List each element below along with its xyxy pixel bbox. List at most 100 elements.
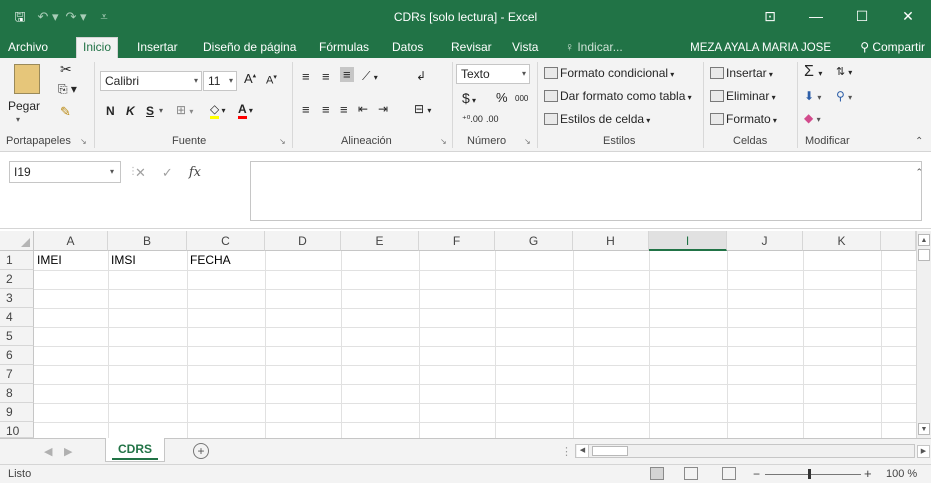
horizontal-scroll-thumb[interactable] xyxy=(592,446,628,456)
fill-color-button[interactable]: ◇ ▾ xyxy=(210,102,225,119)
collapse-ribbon-icon[interactable]: ⌃ xyxy=(915,136,923,147)
page-break-view-icon[interactable] xyxy=(722,467,736,480)
row-header-4[interactable]: 4 xyxy=(0,308,34,327)
wrap-text-icon[interactable]: ↲ xyxy=(416,69,426,83)
row-header-5[interactable]: 5 xyxy=(0,327,34,346)
align-right-icon[interactable]: ≡ xyxy=(340,102,348,117)
cell-b1[interactable]: IMSI xyxy=(108,251,187,270)
vertical-scrollbar[interactable]: ▲ ▼ xyxy=(916,231,931,438)
horizontal-scrollbar[interactable]: ◀ ▶ xyxy=(575,444,930,458)
user-name[interactable]: MEZA AYALA MARIA JOSE xyxy=(690,42,831,54)
paste-button[interactable]: Pegar xyxy=(8,99,40,113)
italic-button[interactable]: K xyxy=(126,104,135,118)
cancel-entry-icon[interactable]: ✕ xyxy=(135,165,146,181)
zoom-slider-thumb[interactable] xyxy=(808,469,811,479)
autosum-icon[interactable]: Σ ▾ xyxy=(804,63,822,81)
insert-cells-button[interactable]: Insertar ▾ xyxy=(710,66,773,80)
maximize-button[interactable]: ☐ xyxy=(839,0,885,34)
scroll-up-icon[interactable]: ▲ xyxy=(918,234,930,246)
row-header-2[interactable]: 2 xyxy=(0,270,34,289)
zoom-slider[interactable] xyxy=(765,474,861,475)
scroll-right-icon[interactable]: ▶ xyxy=(917,445,930,458)
font-size-select[interactable]: 11 ▾ xyxy=(203,71,237,91)
increase-decimal-button[interactable]: ⁺⁰.00 xyxy=(462,114,483,125)
merge-center-icon[interactable]: ⊟ ▾ xyxy=(414,102,431,116)
row-header-1[interactable]: 1 xyxy=(0,251,34,270)
row-header-9[interactable]: 9 xyxy=(0,403,34,422)
cell-styles-button[interactable]: Estilos de celda ▾ xyxy=(544,112,650,126)
numero-launcher-icon[interactable]: ↘ xyxy=(524,137,531,146)
column-header-a[interactable]: A xyxy=(34,231,108,251)
add-sheet-icon[interactable]: + xyxy=(193,443,209,459)
scroll-down-icon[interactable]: ▼ xyxy=(918,423,930,435)
grow-font-button[interactable]: A▴ xyxy=(244,71,256,86)
fuente-launcher-icon[interactable]: ↘ xyxy=(279,137,286,146)
decrease-decimal-button[interactable]: .00 xyxy=(486,114,499,124)
tab-diseno-de-pagina[interactable]: Diseño de página xyxy=(197,38,302,58)
shrink-font-button[interactable]: A▾ xyxy=(266,73,277,87)
column-header-d[interactable]: D xyxy=(265,231,341,251)
font-color-button[interactable]: A ▾ xyxy=(238,102,253,119)
insert-function-icon[interactable]: fx xyxy=(189,165,201,181)
row-header-6[interactable]: 6 xyxy=(0,346,34,365)
paste-dropdown-icon[interactable]: ▾ xyxy=(16,115,20,124)
percent-button[interactable]: % xyxy=(496,90,508,105)
column-header-h[interactable]: H xyxy=(573,231,649,251)
align-left-icon[interactable]: ≡ xyxy=(302,102,310,117)
row-header-7[interactable]: 7 xyxy=(0,365,34,384)
cell-a1[interactable]: IMEI xyxy=(34,251,108,270)
align-center-icon[interactable]: ≡ xyxy=(322,102,330,117)
cut-icon[interactable]: ✂ xyxy=(60,61,72,78)
tab-insertar[interactable]: Insertar xyxy=(131,38,184,58)
sheet-prev-icon[interactable]: ◀ xyxy=(44,445,52,458)
underline-dropdown-icon[interactable]: ▾ xyxy=(159,106,163,115)
column-header-f[interactable]: F xyxy=(419,231,495,251)
name-box-dropdown-icon[interactable]: ▾ xyxy=(110,162,114,182)
name-box[interactable]: I19 ▾ xyxy=(9,161,121,183)
row-header-3[interactable]: 3 xyxy=(0,289,34,308)
underline-button[interactable]: S xyxy=(146,104,154,118)
copy-icon[interactable]: ⎘ ▾ xyxy=(58,82,77,97)
borders-icon[interactable]: ⊞ ▾ xyxy=(176,103,193,117)
bold-button[interactable]: N xyxy=(106,104,115,118)
sort-filter-icon[interactable]: ⇅ ▾ xyxy=(836,65,852,78)
select-all-button[interactable] xyxy=(0,231,34,251)
tell-me-search[interactable]: ♀ Indicar... xyxy=(559,38,629,58)
portapapeles-launcher-icon[interactable]: ↘ xyxy=(80,137,87,146)
worksheet-grid[interactable]: A B C D E F G H I J K 1 2 3 4 5 6 7 8 9 … xyxy=(0,231,916,438)
number-format-select[interactable]: Texto ▾ xyxy=(456,64,530,84)
column-header-c[interactable]: C xyxy=(187,231,265,251)
tab-inicio[interactable]: Inicio xyxy=(76,37,119,58)
formula-input[interactable] xyxy=(250,161,922,221)
sheet-next-icon[interactable]: ▶ xyxy=(64,445,72,458)
expand-formula-bar-icon[interactable]: ⌃ xyxy=(915,167,923,178)
zoom-in-icon[interactable]: + xyxy=(864,466,872,481)
format-painter-icon[interactable]: ✎ xyxy=(60,104,71,120)
find-select-icon[interactable]: ⚲ ▾ xyxy=(836,89,852,103)
row-header-10[interactable]: 10 xyxy=(0,422,34,438)
column-header-k[interactable]: K xyxy=(803,231,881,251)
close-button[interactable]: ✕ xyxy=(885,0,931,34)
alineacion-launcher-icon[interactable]: ↘ xyxy=(440,137,447,146)
currency-button[interactable]: $ ▾ xyxy=(462,90,476,106)
column-header-i[interactable]: I xyxy=(649,231,727,251)
ribbon-display-options-icon[interactable]: ⊡ xyxy=(751,0,789,34)
confirm-entry-icon[interactable]: ✓ xyxy=(162,165,173,181)
sheet-tab-cdrs[interactable]: CDRS xyxy=(105,438,165,462)
column-header-e[interactable]: E xyxy=(341,231,419,251)
font-name-select[interactable]: Calibri ▾ xyxy=(100,71,202,91)
conditional-format-button[interactable]: Formato condicional ▾ xyxy=(544,66,674,80)
increase-indent-icon[interactable]: ⇥ xyxy=(378,102,388,116)
fill-icon[interactable]: ⬇ ▾ xyxy=(804,89,821,103)
column-header-g[interactable]: G xyxy=(495,231,573,251)
zoom-out-icon[interactable]: − xyxy=(753,467,760,481)
zoom-level[interactable]: 100 % xyxy=(886,468,917,480)
align-middle-icon[interactable]: ≡ xyxy=(322,69,330,84)
thousands-button[interactable]: 000 xyxy=(515,94,528,103)
align-bottom-icon[interactable]: ≡ xyxy=(340,67,354,82)
minimize-button[interactable]: — xyxy=(793,0,839,34)
cell-c1[interactable]: FECHA xyxy=(187,251,265,270)
row-header-8[interactable]: 8 xyxy=(0,384,34,403)
align-top-icon[interactable]: ≡ xyxy=(302,69,310,84)
column-header-partial[interactable] xyxy=(881,231,916,251)
